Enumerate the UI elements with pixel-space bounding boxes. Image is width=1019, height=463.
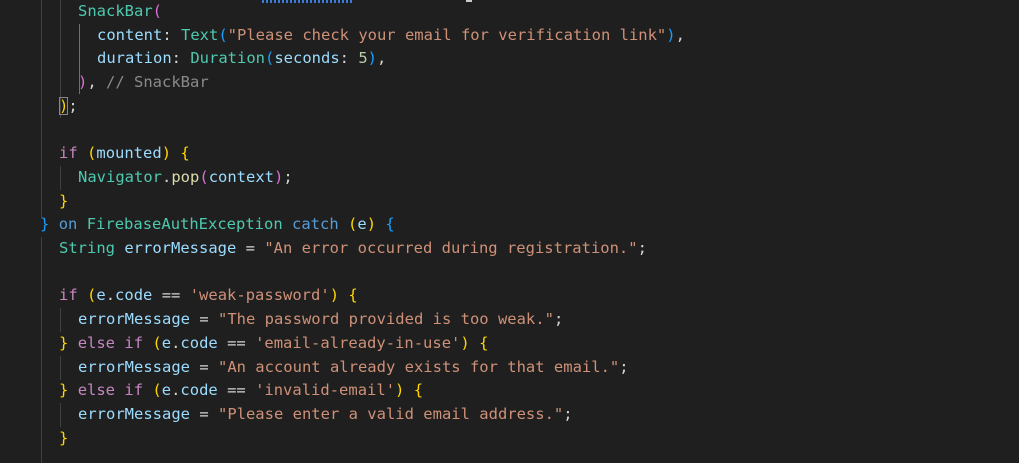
string-literal: "An error occurred during registration."	[264, 239, 638, 257]
code-line: if (mounted) {	[59, 144, 190, 162]
code-line: ), // SnackBar	[78, 73, 209, 91]
code-line: content: Text("Please check your email f…	[97, 26, 685, 44]
code-editor[interactable]: SnackBar( content: Text("Please check yo…	[0, 0, 1019, 463]
indent-guide	[60, 356, 61, 380]
code-line: errorMessage = "An account already exist…	[78, 358, 629, 376]
code-line: } on FirebaseAuthException catch (e) {	[40, 215, 395, 233]
code-line: SnackBar(	[78, 2, 162, 20]
code-line: }	[59, 429, 69, 447]
indent-guide	[60, 166, 61, 190]
selection-marker	[262, 0, 354, 3]
code-line: String errorMessage = "An error occurred…	[59, 239, 647, 257]
code-line: } else if (e.code == 'invalid-email') {	[59, 381, 424, 399]
cursor-marker	[466, 0, 472, 2]
string-literal: "An account already exists for that emai…	[217, 358, 620, 376]
indent-guide	[41, 0, 42, 218]
code-line: if (e.code == 'weak-password') {	[59, 286, 358, 304]
closing-label-comment: // SnackBar	[106, 73, 209, 91]
code-line: duration: Duration(seconds: 5),	[97, 49, 387, 67]
code-line: errorMessage = "Please enter a valid ema…	[78, 405, 573, 423]
indent-guide	[60, 308, 61, 332]
matched-bracket: )	[59, 97, 69, 115]
string-literal: "The password provided is too weak."	[217, 310, 554, 328]
code-line: }	[59, 192, 69, 210]
string-literal: "Please check your email for verificatio…	[227, 26, 667, 44]
code-line: } else if (e.code == 'email-already-in-u…	[59, 334, 489, 352]
snackbar-class: SnackBar	[78, 2, 153, 20]
code-line: errorMessage = "The password provided is…	[78, 310, 564, 328]
indent-guide	[41, 237, 42, 463]
code-line: Navigator.pop(context);	[78, 168, 293, 186]
string-literal: "Please enter a valid email address."	[217, 405, 564, 423]
indent-guide	[60, 403, 61, 427]
code-line: );	[59, 97, 78, 115]
